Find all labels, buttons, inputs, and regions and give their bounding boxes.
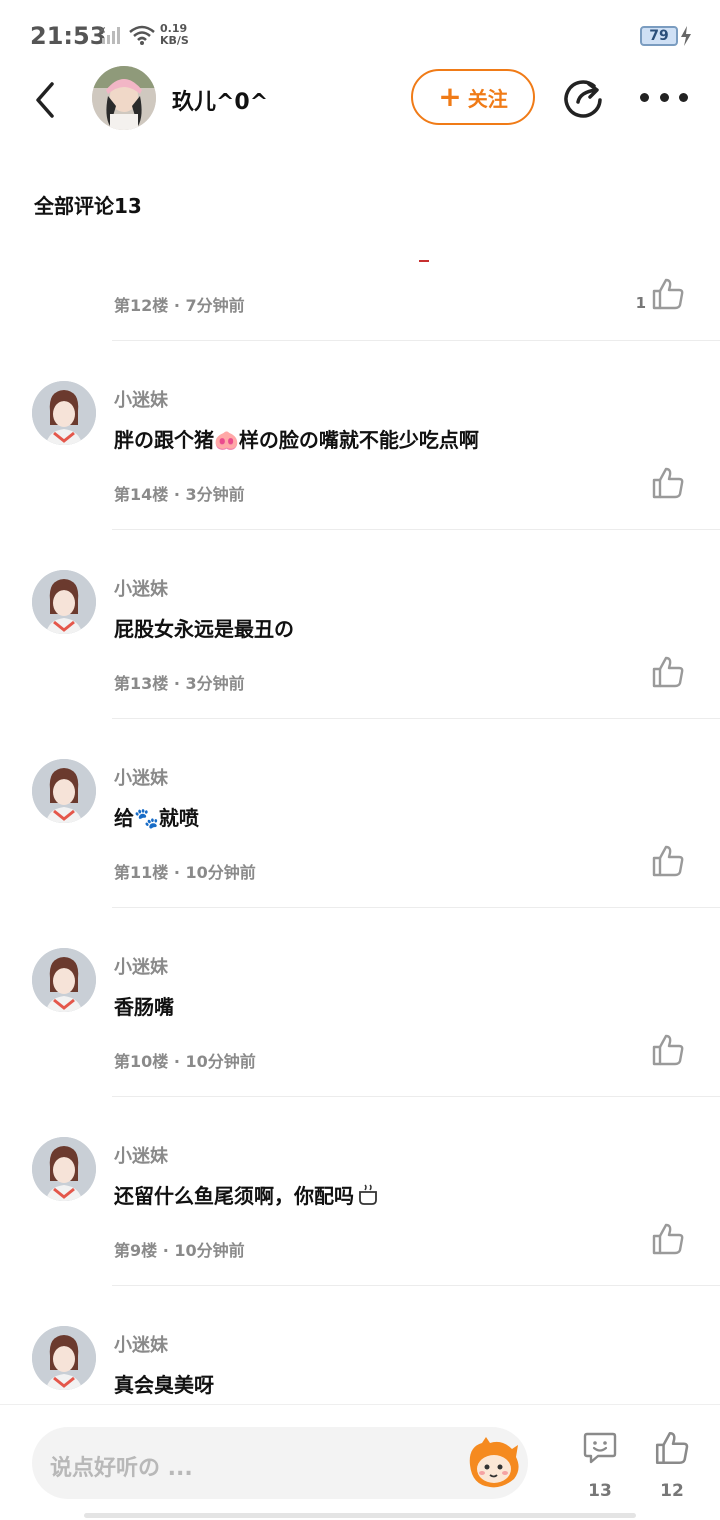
- comment-time: 10分钟前: [185, 1052, 256, 1071]
- commenter-avatar-image: [32, 381, 96, 445]
- more-dot: [640, 92, 649, 102]
- user-avatar[interactable]: [92, 66, 156, 130]
- comment-text: 胖の跟个猪🐽样の脸の嘴就不能少吃点啊: [114, 428, 479, 452]
- commenter-avatar-image: [32, 948, 96, 1012]
- comment-floor: 第12楼: [114, 296, 169, 315]
- comment-text: 屁股女永远是最丑の: [114, 617, 294, 641]
- back-arrow-icon[interactable]: [30, 80, 64, 120]
- thumbs-up-icon[interactable]: [650, 465, 686, 501]
- comment-item: 小迷妹 还留什么鱼尾须啊，你配吗 第9楼 · 10分钟前: [0, 1097, 720, 1286]
- comment-author[interactable]: 小迷妹: [114, 764, 168, 790]
- commenter-avatar[interactable]: [32, 570, 96, 634]
- comment-time: 10分钟前: [174, 1241, 245, 1260]
- svg-text:×: ×: [98, 25, 106, 36]
- thumbs-up-icon[interactable]: [650, 843, 686, 879]
- thumbs-up-icon[interactable]: [650, 654, 686, 690]
- bottom-bar: 说点好听の ... 13 12: [0, 1404, 720, 1520]
- home-indicator[interactable]: [84, 1513, 636, 1518]
- meta-separator: ·: [173, 296, 186, 315]
- comment-item: 小迷妹 给🐾就喷 第11楼 · 10分钟前: [0, 719, 720, 908]
- follow-button[interactable]: + 关注: [411, 69, 535, 125]
- comment-author[interactable]: 小迷妹: [114, 1142, 168, 1168]
- comment-floor: 第9楼: [114, 1241, 158, 1260]
- comment-meta: 第12楼 · 7分钟前: [114, 292, 245, 316]
- comment-text: 还留什么鱼尾须啊，你配吗: [114, 1180, 380, 1209]
- comment-floor: 第13楼: [114, 674, 169, 693]
- header: 玖儿^0^ + 关注: [0, 62, 720, 138]
- thumbs-up-icon[interactable]: [650, 1032, 686, 1068]
- commenter-avatar[interactable]: [32, 948, 96, 1012]
- more-icon[interactable]: [640, 82, 688, 112]
- more-dot: [659, 92, 669, 102]
- comment-author[interactable]: 小迷妹: [114, 953, 168, 979]
- wifi-icon: [129, 25, 155, 45]
- commenter-avatar[interactable]: [32, 381, 96, 445]
- thumbs-up-icon[interactable]: [650, 276, 686, 312]
- comment-text: 香肠嘴: [114, 995, 174, 1019]
- network-speed-unit: KB/S: [160, 34, 189, 47]
- comment-text-body: 还留什么鱼尾须啊，你配吗: [114, 1184, 354, 1208]
- mascot-icon[interactable]: [462, 1435, 522, 1491]
- comment-item: 小迷妹 香肠嘴 第10楼 · 10分钟前: [0, 908, 720, 1097]
- comment-item: 第12楼 · 7分钟前 1: [0, 152, 720, 341]
- comment-item: 小迷妹 屁股女永远是最丑の 第13楼 · 3分钟前: [0, 530, 720, 719]
- charging-icon: [681, 26, 691, 46]
- comment-bubble-icon[interactable]: [582, 1429, 618, 1465]
- comment-meta: 第11楼 · 10分钟前: [114, 859, 256, 883]
- thumbs-up-icon[interactable]: [650, 1221, 686, 1257]
- comment-count: 13: [588, 1481, 612, 1501]
- comment-text: 真会臭美呀: [114, 1373, 214, 1397]
- comment-text: 给🐾就喷: [114, 806, 199, 830]
- commenter-avatar-image: [32, 570, 96, 634]
- meta-separator: ·: [162, 1241, 175, 1260]
- comment-author[interactable]: 小迷妹: [114, 1331, 168, 1357]
- comment-meta: 第14楼 · 3分钟前: [114, 481, 245, 505]
- commenter-avatar-image: [32, 759, 96, 823]
- plus-icon: +: [438, 80, 462, 113]
- battery-icon: 79: [640, 26, 678, 46]
- comment-input-placeholder: 说点好听の ...: [50, 1456, 193, 1481]
- share-icon[interactable]: [562, 76, 606, 120]
- comment-floor: 第14楼: [114, 485, 169, 504]
- signal-icon: ×: [98, 25, 120, 44]
- comment-like-count: 1: [635, 294, 646, 312]
- like-count: 12: [660, 1481, 684, 1501]
- user-avatar-image: [92, 66, 156, 130]
- commenter-avatar[interactable]: [32, 1326, 96, 1390]
- thumbs-up-icon[interactable]: [653, 1429, 691, 1467]
- comment-time: 3分钟前: [185, 485, 245, 504]
- meta-separator: ·: [173, 863, 186, 882]
- comment-meta: 第10楼 · 10分钟前: [114, 1048, 256, 1072]
- status-time: 21:53: [30, 22, 107, 50]
- meta-separator: ·: [173, 674, 186, 693]
- comment-floor: 第10楼: [114, 1052, 169, 1071]
- comment-author[interactable]: 小迷妹: [114, 386, 168, 412]
- more-dot: [679, 92, 688, 102]
- status-bar: 21:53 × 0.19 KB/S 79: [0, 0, 720, 70]
- comment-input[interactable]: 说点好听の ...: [32, 1427, 528, 1499]
- comment-floor: 第11楼: [114, 863, 169, 882]
- comment-author[interactable]: 小迷妹: [114, 575, 168, 601]
- comment-time: 7分钟前: [185, 296, 245, 315]
- comment-time: 3分钟前: [185, 674, 245, 693]
- commenter-avatar[interactable]: [32, 1137, 96, 1201]
- commenter-avatar-image: [32, 1137, 96, 1201]
- comment-item: 小迷妹 胖の跟个猪🐽样の脸の嘴就不能少吃点啊 第14楼 · 3分钟前: [0, 341, 720, 530]
- follow-label: 关注: [467, 86, 508, 111]
- network-speed: 0.19 KB/S: [160, 23, 189, 47]
- meta-separator: ·: [173, 1052, 186, 1071]
- meta-separator: ·: [173, 485, 186, 504]
- cup-emoji-icon: [359, 1184, 377, 1205]
- commenter-avatar-image: [32, 1326, 96, 1390]
- user-name[interactable]: 玖儿^0^: [172, 84, 268, 116]
- commenter-avatar[interactable]: [32, 759, 96, 823]
- comment-time: 10分钟前: [185, 863, 256, 882]
- comment-meta: 第9楼 · 10分钟前: [114, 1237, 245, 1261]
- comment-meta: 第13楼 · 3分钟前: [114, 670, 245, 694]
